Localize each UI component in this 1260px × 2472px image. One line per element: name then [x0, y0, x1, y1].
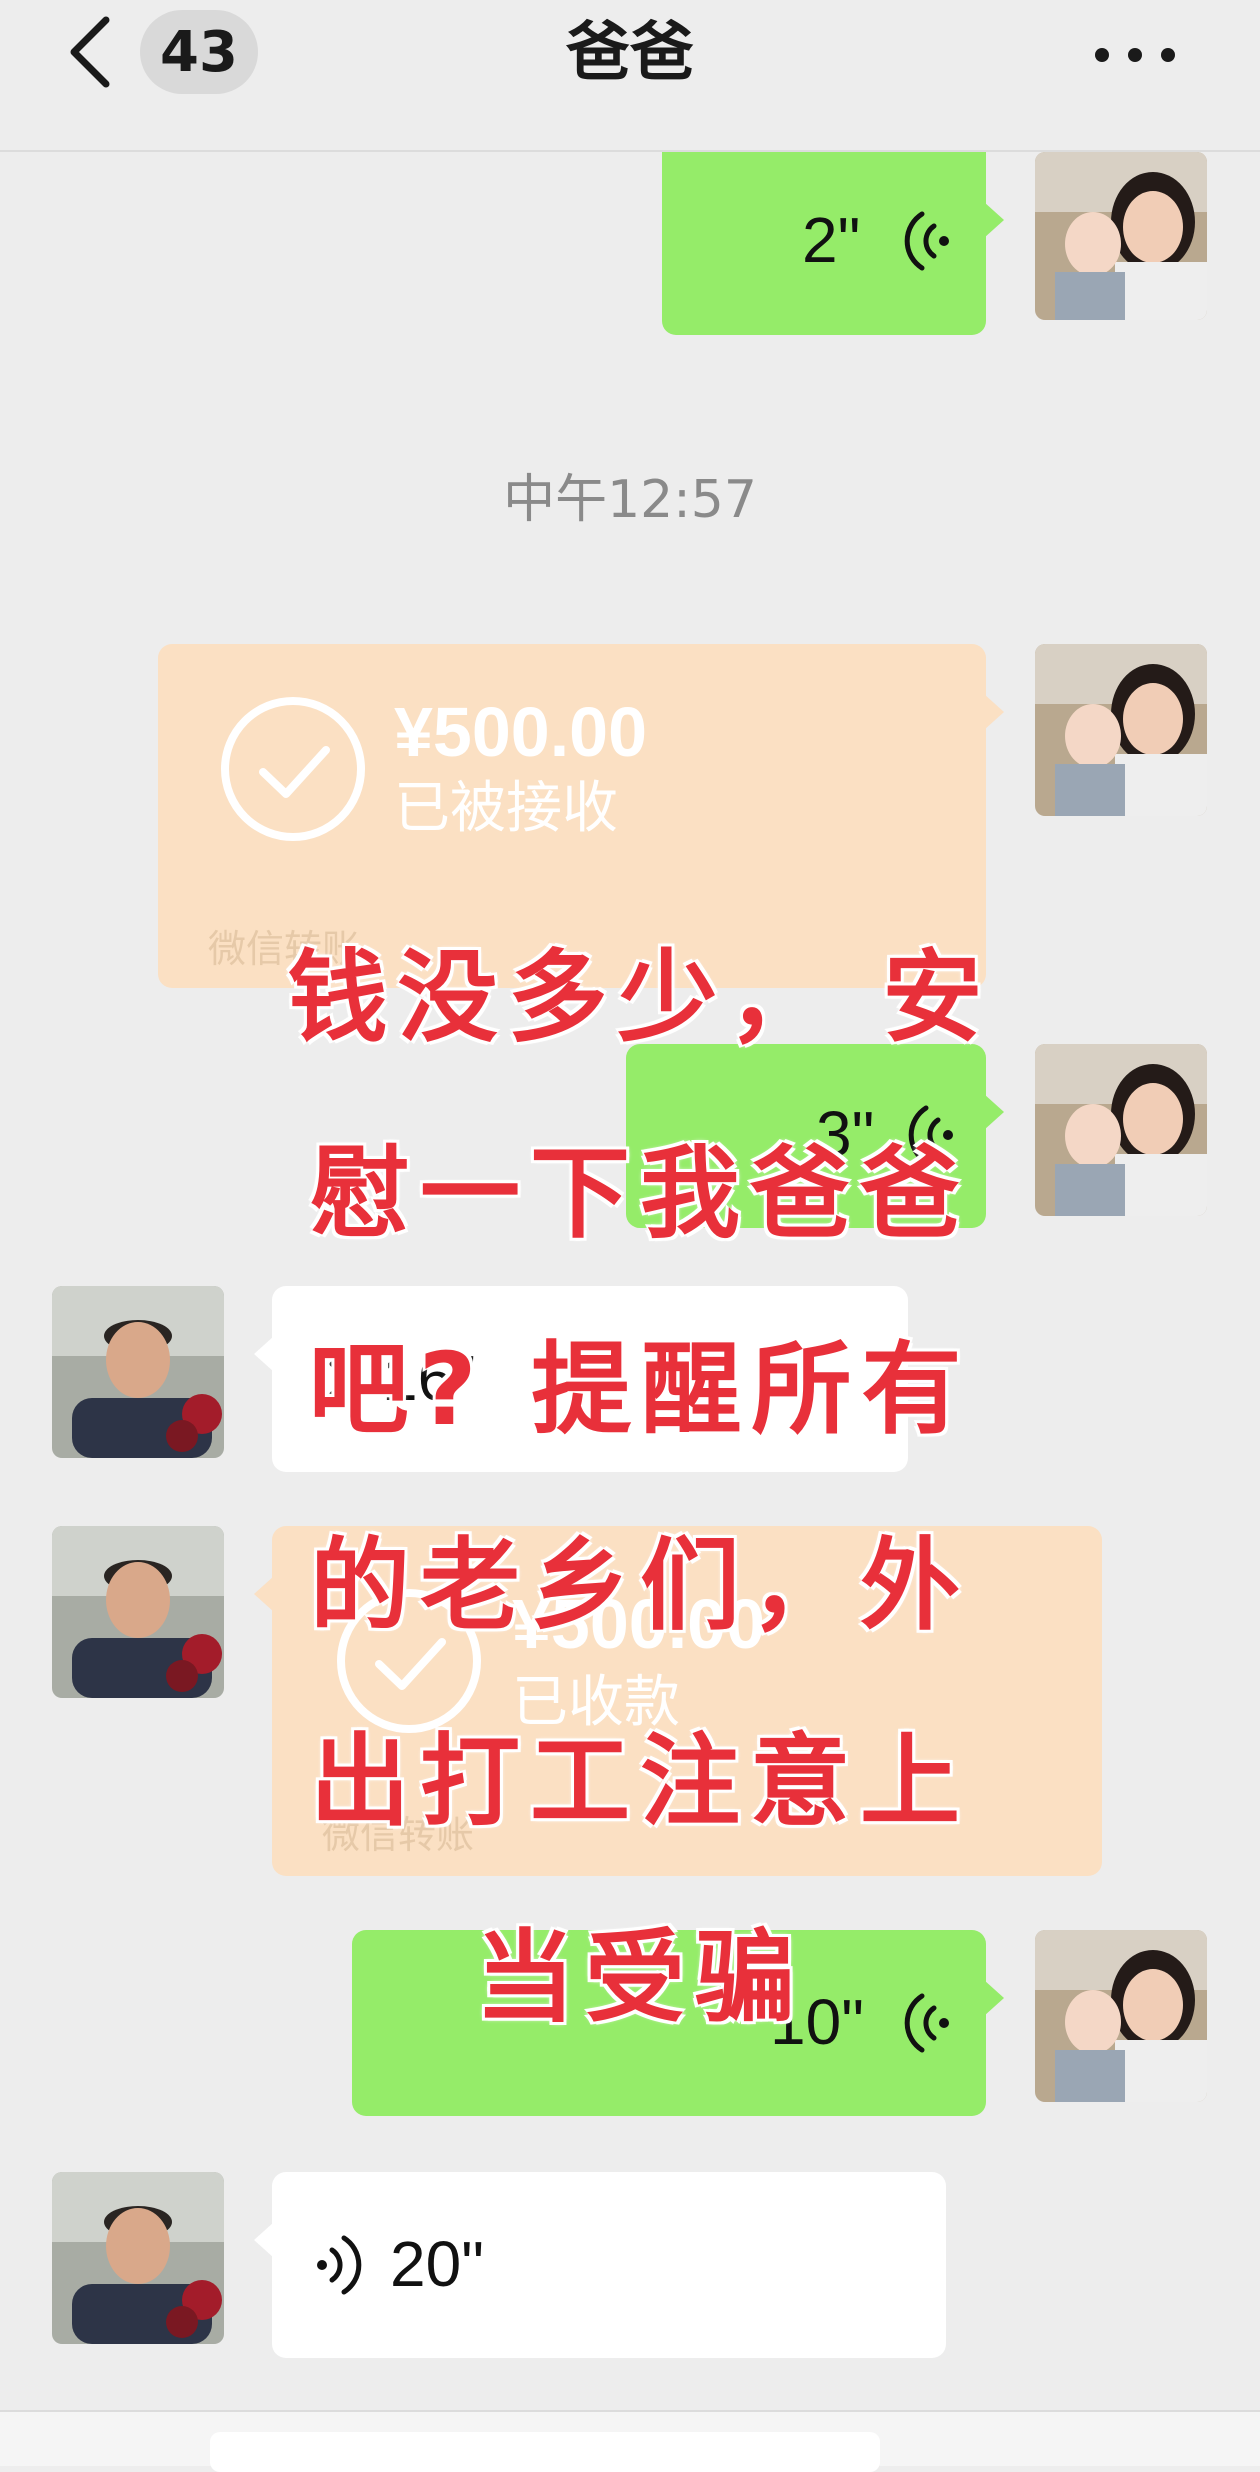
- avatar-self[interactable]: [1035, 1044, 1207, 1216]
- voice-icon: [904, 211, 949, 271]
- voice-message-bubble[interactable]: 2": [662, 152, 1004, 335]
- avatar-self[interactable]: [1035, 644, 1207, 816]
- avatar-contact[interactable]: [52, 1286, 224, 1458]
- avatar-self[interactable]: [1035, 152, 1207, 320]
- overlay-caption: 钱没多少， 安慰一下我爸爸吧? 提醒所有的老乡们，外出打工注意上当受骗: [287, 939, 993, 2036]
- voice-duration: 2": [802, 204, 861, 276]
- message-input[interactable]: [210, 2432, 880, 2472]
- avatar-contact[interactable]: [52, 1526, 224, 1698]
- more-icon[interactable]: [1090, 40, 1180, 70]
- check-circle-icon: [221, 697, 365, 841]
- transfer-amount: ¥500.00: [394, 693, 648, 771]
- avatar-self[interactable]: [1035, 1930, 1207, 2102]
- voice-icon: [317, 2235, 362, 2295]
- input-bar: [0, 2410, 1260, 2472]
- avatar-contact[interactable]: [52, 2172, 224, 2344]
- chat-title: 爸爸: [566, 16, 694, 90]
- voice-message-bubble[interactable]: 20": [254, 2172, 946, 2358]
- message-timestamp: 中午12:57: [503, 470, 757, 530]
- unread-count-badge[interactable]: 43: [140, 10, 258, 94]
- transfer-status: 已被接收: [394, 776, 618, 841]
- chat-header: 43 爸爸: [0, 0, 1260, 152]
- back-chevron-icon[interactable]: [62, 12, 122, 92]
- voice-duration: 20": [390, 2228, 484, 2300]
